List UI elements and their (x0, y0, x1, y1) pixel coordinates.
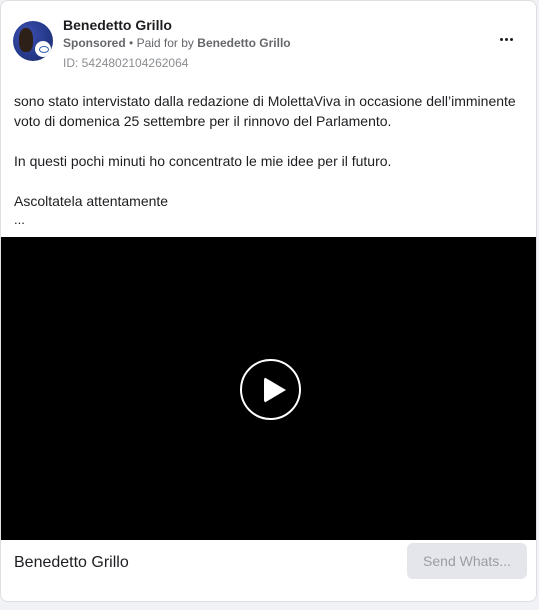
avatar-portrait (19, 28, 33, 52)
paid-for-prefix: Paid for by (136, 36, 194, 50)
send-whatsapp-button[interactable]: Send Whats... (407, 543, 527, 579)
ad-card: Benedetto Grillo Sponsored • Paid for by… (0, 0, 537, 602)
body-paragraph-3: Ascoltatela attentamente (14, 193, 169, 209)
see-more-ellipsis[interactable]: ... (14, 210, 529, 230)
sponsored-line: Sponsored • Paid for by Benedetto Grillo (63, 36, 291, 50)
ad-footer: Benedetto Grillo Send Whats... (1, 540, 536, 600)
advertiser-name[interactable]: Benedetto Grillo (63, 17, 172, 33)
ad-body-text: sono stato intervistato dalla redazione … (14, 91, 529, 230)
paid-for-name: Benedetto Grillo (197, 36, 291, 50)
more-options-button[interactable] (496, 31, 516, 47)
avatar-logo-badge (35, 41, 51, 57)
play-icon (264, 377, 286, 403)
more-horizontal-icon (499, 37, 503, 41)
play-button[interactable] (240, 359, 301, 420)
body-paragraph-1: sono stato intervistato dalla redazione … (14, 93, 516, 129)
footer-title: Benedetto Grillo (14, 554, 129, 571)
ad-id: ID: 5424802104262064 (63, 56, 189, 70)
ad-header: Benedetto Grillo Sponsored • Paid for by… (13, 17, 526, 71)
avatar[interactable] (13, 21, 53, 61)
video-player[interactable] (1, 237, 536, 540)
separator-dot: • (129, 36, 137, 50)
sponsored-label: Sponsored (63, 36, 126, 50)
body-paragraph-2: In questi pochi minuti ho concentrato le… (14, 153, 392, 169)
